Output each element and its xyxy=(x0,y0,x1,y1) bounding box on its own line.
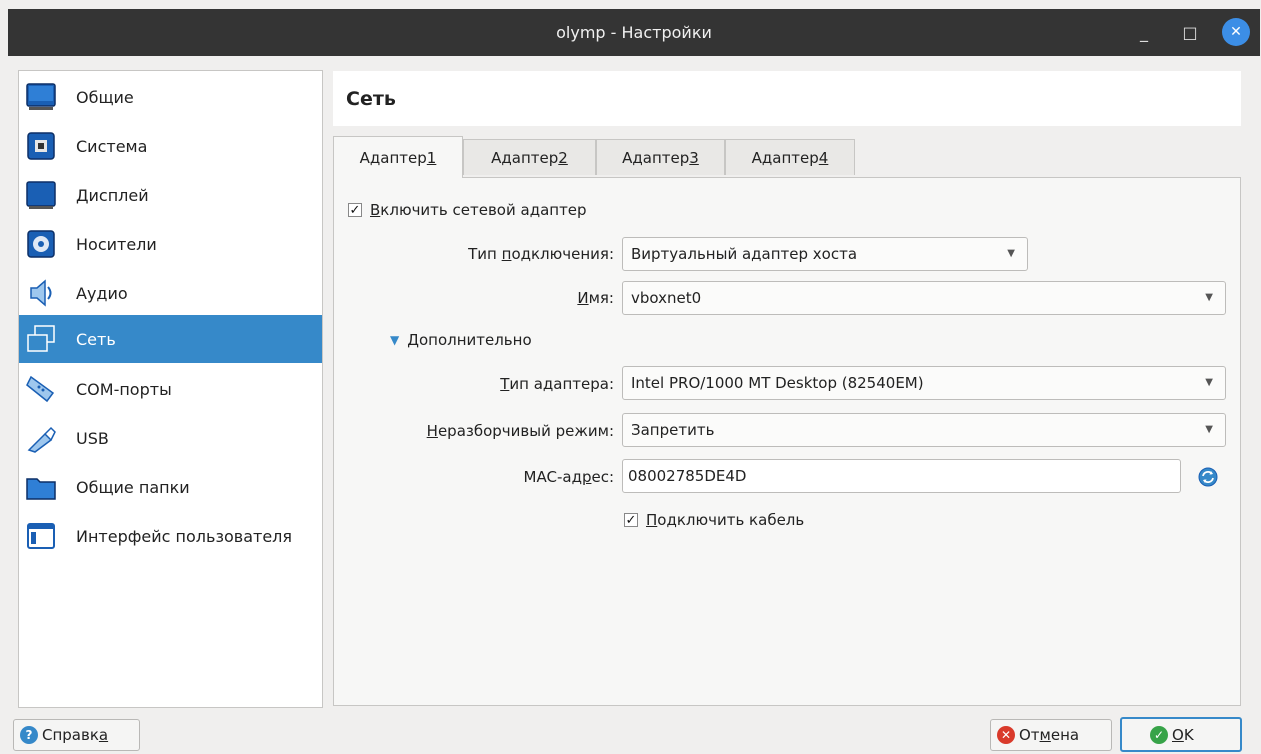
minimize-button[interactable]: _ xyxy=(1130,18,1158,46)
ok-label: OK xyxy=(1172,725,1194,744)
refresh-mac-icon[interactable] xyxy=(1197,466,1219,488)
sidebar-item-label: Носители xyxy=(76,234,157,254)
close-button[interactable]: ✕ xyxy=(1222,18,1250,46)
sidebar-item-com-ports[interactable]: COM-порты xyxy=(19,365,322,413)
user-interface-icon xyxy=(27,523,55,549)
adapter-type-select[interactable]: Intel PRO/1000 MT Desktop (82540EM) ▼ xyxy=(622,366,1226,400)
mac-address-label: MAC-адрес: xyxy=(523,468,614,486)
sidebar-item-system[interactable]: Система xyxy=(19,122,322,170)
advanced-label: Дополнительно xyxy=(407,331,532,349)
sidebar-item-usb[interactable]: USB xyxy=(19,414,322,462)
system-icon xyxy=(27,132,55,160)
settings-sidebar: Общие Система Дисплей Носители Аудио Сет… xyxy=(18,70,323,708)
promiscuous-mode-label: Неразборчивый режим: xyxy=(426,422,614,440)
usb-icon xyxy=(27,426,56,453)
cancel-icon: ✕ xyxy=(997,726,1015,744)
attached-to-select[interactable]: Виртуальный адаптер хоста ▼ xyxy=(622,237,1028,271)
sidebar-item-label: Интерфейс пользователя xyxy=(76,526,293,546)
help-label: Справка xyxy=(42,726,109,744)
cancel-button[interactable]: ✕ Отмена xyxy=(990,719,1112,751)
sidebar-item-display[interactable]: Дисплей xyxy=(19,171,322,219)
tab-adapter-2[interactable]: Адаптер 2 xyxy=(463,139,596,175)
sidebar-item-label: Общие xyxy=(76,87,134,107)
cable-connected-checkbox[interactable]: ✓ Подключить кабель xyxy=(624,511,804,529)
page-header: Сеть xyxy=(333,71,1241,126)
mac-address-input[interactable]: 08002785DE4D xyxy=(622,459,1181,493)
name-select[interactable]: vboxnet0 ▼ xyxy=(622,281,1226,315)
chevron-down-icon: ▼ xyxy=(1205,292,1213,303)
general-icon xyxy=(26,83,56,110)
help-button[interactable]: ? Справка xyxy=(13,719,140,751)
enable-adapter-checkbox[interactable]: ✓ Включить сетевой адаптер xyxy=(348,201,587,219)
ok-icon: ✓ xyxy=(1150,725,1168,744)
advanced-toggle[interactable]: ▼ Дополнительно xyxy=(390,331,532,349)
sidebar-item-label: Аудио xyxy=(76,283,128,303)
title-bar[interactable]: olymp - Настройки _ □ ✕ xyxy=(8,9,1260,56)
sidebar-item-label: USB xyxy=(76,428,109,448)
tab-adapter-1[interactable]: Адаптер 1 xyxy=(333,136,463,178)
triangle-down-icon: ▼ xyxy=(390,333,400,347)
audio-icon xyxy=(30,279,52,307)
sidebar-item-label: Общие папки xyxy=(76,477,190,497)
enable-adapter-label: Включить сетевой адаптер xyxy=(370,201,587,219)
promiscuous-mode-select[interactable]: Запретить ▼ xyxy=(622,413,1226,447)
cancel-label: Отмена xyxy=(1019,726,1080,744)
attached-to-label: Тип подключения: xyxy=(468,245,614,263)
name-label: Имя: xyxy=(577,289,614,307)
shared-folders-icon xyxy=(26,478,56,500)
sidebar-item-general[interactable]: Общие xyxy=(19,73,322,121)
sidebar-item-storage[interactable]: Носители xyxy=(19,220,322,268)
tab-adapter-3[interactable]: Адаптер 3 xyxy=(596,139,725,175)
page-title: Сеть xyxy=(346,87,396,110)
sidebar-item-shared-folders[interactable]: Общие папки xyxy=(19,463,322,511)
display-icon xyxy=(26,181,56,209)
maximize-button[interactable]: □ xyxy=(1176,18,1204,46)
tab-adapter-4[interactable]: Адаптер 4 xyxy=(725,139,855,175)
adapter-panel: ✓ Включить сетевой адаптер Тип подключен… xyxy=(333,177,1241,706)
check-icon[interactable]: ✓ xyxy=(624,513,638,528)
sidebar-item-label: Сеть xyxy=(76,329,116,349)
window-controls: _ □ ✕ xyxy=(1130,18,1250,46)
adapter-type-label: Тип адаптера: xyxy=(500,375,614,393)
ok-button[interactable]: ✓ OK xyxy=(1120,717,1242,752)
chevron-down-icon: ▼ xyxy=(1205,424,1213,435)
window-title: olymp - Настройки xyxy=(556,23,712,42)
sidebar-item-network[interactable]: Сеть xyxy=(19,315,322,363)
help-icon: ? xyxy=(20,726,38,744)
chevron-down-icon: ▼ xyxy=(1007,248,1015,259)
cable-connected-label: Подключить кабель xyxy=(646,511,805,529)
sidebar-item-label: Система xyxy=(76,136,148,156)
serial-ports-icon xyxy=(26,375,55,403)
sidebar-item-label: COM-порты xyxy=(76,379,172,399)
network-icon xyxy=(27,325,55,352)
sidebar-item-user-interface[interactable]: Интерфейс пользователя xyxy=(19,512,322,560)
sidebar-item-audio[interactable]: Аудио xyxy=(19,269,322,317)
check-icon[interactable]: ✓ xyxy=(348,203,362,218)
chevron-down-icon: ▼ xyxy=(1205,377,1213,388)
settings-window: olymp - Настройки _ □ ✕ Общие Система Ди… xyxy=(0,0,1261,754)
sidebar-item-label: Дисплей xyxy=(76,185,149,205)
storage-icon xyxy=(27,230,55,258)
